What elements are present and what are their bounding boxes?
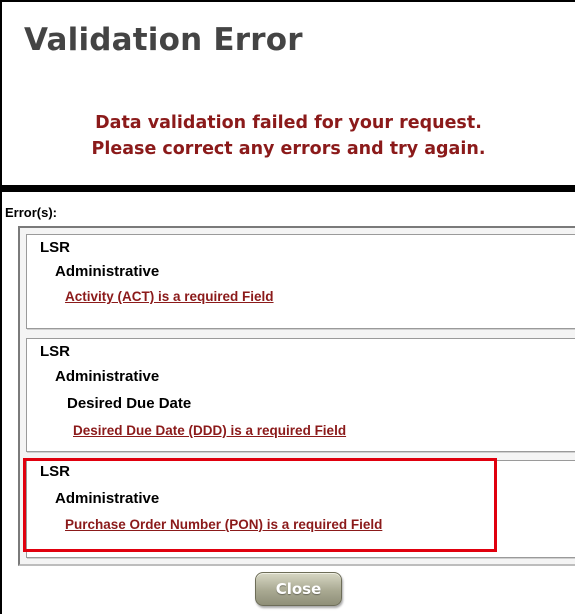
error-subsection-name: Desired Due Date <box>67 395 192 412</box>
errors-label: Error(s): <box>5 205 58 220</box>
error-form-name: LSR <box>40 239 70 256</box>
highlight-box <box>23 458 497 552</box>
validation-message-line-2: Please correct any errors and try again. <box>91 139 486 159</box>
error-section-name: Administrative <box>55 368 160 385</box>
dialog-title: Validation Error <box>24 22 303 58</box>
error-item: LSR Administrative Activity (ACT) is a r… <box>26 234 575 329</box>
error-field-link[interactable]: Activity (ACT) is a required Field <box>65 289 274 304</box>
dialog-header: Validation Error Data validation failed … <box>2 2 575 185</box>
validation-message-line-1: Data validation failed for your request. <box>95 113 482 133</box>
error-form-name: LSR <box>40 343 70 360</box>
close-button[interactable]: Close <box>255 572 342 606</box>
error-section-name: Administrative <box>55 263 160 280</box>
header-divider <box>0 185 575 192</box>
error-field-link[interactable]: Desired Due Date (DDD) is a required Fie… <box>73 423 346 438</box>
error-item: LSR Administrative Desired Due Date Desi… <box>26 338 575 452</box>
